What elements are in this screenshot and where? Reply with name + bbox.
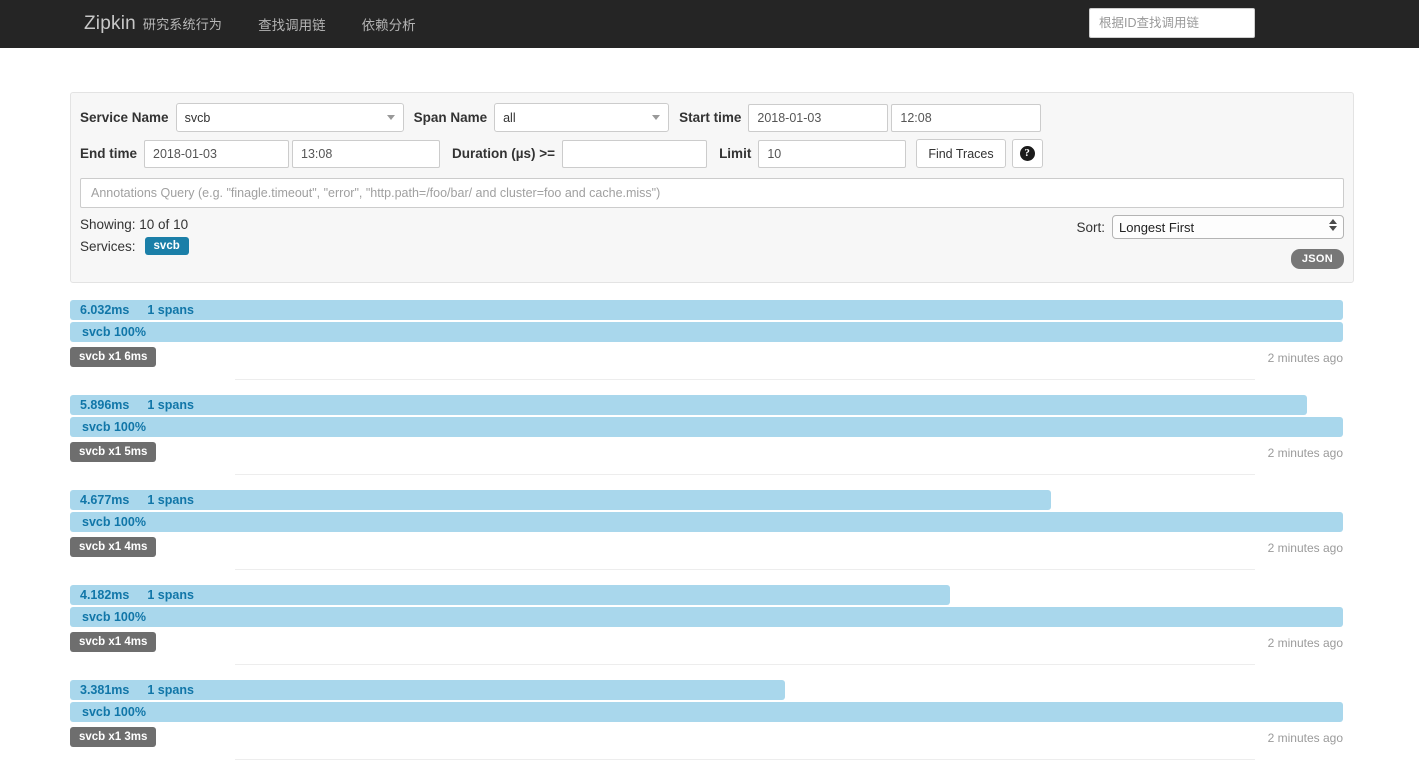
end-time-label: End time (80, 146, 138, 161)
trace-row[interactable]: 4.677ms 1 spans svcb 100% svcb x1 4ms 2 minu… (70, 490, 1349, 585)
brand-logo[interactable]: Zipkin 研究系统行为 (84, 13, 222, 35)
service-name-value: svcb (184, 110, 211, 125)
trace-service-chip[interactable]: svcb x1 4ms (70, 632, 157, 652)
nav-link-dependencies[interactable]: 依赖分析 (362, 14, 416, 34)
json-download-button[interactable]: JSON (1290, 249, 1344, 269)
brand-subtitle: 研究系统行为 (142, 17, 223, 32)
trace-timestamp: 2 minutes ago (1267, 541, 1343, 555)
filter-row-primary: Service Name svcb Span Name all Start ti… (80, 103, 1344, 132)
trace-duration-bar[interactable]: 3.381ms 1 spans (70, 680, 785, 700)
trace-service-chip[interactable]: svcb x1 4ms (70, 537, 157, 557)
filter-row-secondary: End time Duration (µs) >= Limit Find Tra… (80, 139, 1344, 168)
service-name-label: Service Name (80, 110, 169, 125)
trace-row[interactable]: 5.896ms 1 spans svcb 100% svcb x1 5ms 2 minu… (70, 395, 1349, 490)
sort-label: Sort: (1076, 219, 1105, 235)
duration-input[interactable] (562, 139, 708, 168)
end-clock-input[interactable] (292, 139, 441, 168)
trace-span-count: 1 spans (147, 303, 194, 317)
limit-label: Limit (719, 146, 752, 161)
trace-footer: svcb x1 6ms 2 minutes ago (70, 347, 1349, 367)
brand-name: Zipkin (84, 13, 136, 34)
trace-row[interactable]: 3.381ms 1 spans svcb 100% svcb x1 3ms 2 minu… (70, 680, 1349, 775)
trace-duration-bar[interactable]: 6.032ms 1 spans (70, 300, 1343, 320)
services-label: Services: (80, 238, 136, 254)
search-filter-panel: Service Name svcb Span Name all Start ti… (70, 92, 1354, 283)
trace-divider (235, 379, 1255, 380)
trace-timestamp: 2 minutes ago (1267, 731, 1343, 745)
sort-control: Sort: Longest First (1076, 215, 1344, 239)
service-filter-badge[interactable]: svcb (144, 237, 189, 255)
trace-service-percent-bar[interactable]: svcb 100% (70, 322, 1343, 342)
trace-divider (235, 759, 1255, 760)
trace-span-count: 1 spans (147, 398, 194, 412)
trace-service-percent: svcb 100% (82, 325, 146, 339)
trace-footer: svcb x1 3ms 2 minutes ago (70, 727, 1349, 747)
trace-service-percent-bar[interactable]: svcb 100% (70, 607, 1343, 627)
trace-service-percent: svcb 100% (82, 420, 146, 434)
trace-service-chip[interactable]: svcb x1 6ms (70, 347, 157, 367)
trace-duration-bar[interactable]: 5.896ms 1 spans (70, 395, 1307, 415)
trace-service-chip[interactable]: svcb x1 3ms (70, 727, 157, 747)
trace-span-count: 1 spans (147, 588, 194, 602)
trace-duration-bar[interactable]: 4.182ms 1 spans (70, 585, 950, 605)
trace-id-search-input[interactable] (1089, 8, 1255, 38)
trace-row[interactable]: 4.182ms 1 spans svcb 100% svcb x1 4ms 2 minu… (70, 585, 1349, 680)
start-time-label: Start time (679, 110, 742, 125)
sort-stepper-icon (1329, 219, 1337, 231)
trace-footer: svcb x1 4ms 2 minutes ago (70, 632, 1349, 652)
trace-duration: 3.381ms (80, 683, 130, 697)
trace-timestamp: 2 minutes ago (1267, 446, 1343, 460)
duration-label: Duration (µs) >= (452, 146, 556, 161)
service-name-select[interactable]: svcb (175, 103, 404, 132)
chevron-down-icon (652, 115, 661, 120)
trace-service-percent: svcb 100% (82, 705, 146, 719)
trace-duration: 5.896ms (80, 398, 130, 412)
trace-results-list: 6.032ms 1 spans svcb 100% svcb x1 6ms 2 minu… (70, 300, 1349, 775)
trace-service-percent-bar[interactable]: svcb 100% (70, 702, 1343, 722)
trace-footer: svcb x1 4ms 2 minutes ago (70, 537, 1349, 557)
trace-timestamp: 2 minutes ago (1267, 351, 1343, 365)
trace-service-percent: svcb 100% (82, 515, 146, 529)
span-name-select[interactable]: all (494, 103, 670, 132)
trace-service-chip[interactable]: svcb x1 5ms (70, 442, 157, 462)
end-date-input[interactable] (144, 139, 290, 168)
trace-divider (235, 474, 1255, 475)
results-meta: Showing: 10 of 10 Services: svcb Sort: L… (80, 215, 1344, 273)
start-clock-input[interactable] (891, 103, 1042, 132)
trace-duration-bar[interactable]: 4.677ms 1 spans (70, 490, 1051, 510)
span-name-value: all (503, 110, 516, 125)
trace-service-percent-bar[interactable]: svcb 100% (70, 512, 1343, 532)
limit-input[interactable] (758, 139, 907, 168)
annotations-query-input[interactable] (80, 178, 1344, 208)
trace-duration: 6.032ms (80, 303, 130, 317)
trace-service-percent: svcb 100% (82, 610, 146, 624)
trace-divider (235, 569, 1255, 570)
span-name-label: Span Name (413, 110, 488, 125)
top-navbar: Zipkin 研究系统行为 查找调用链 依赖分析 (0, 0, 1419, 48)
services-line: Services: svcb (80, 237, 1344, 255)
trace-duration: 4.677ms (80, 493, 130, 507)
trace-span-count: 1 spans (147, 493, 194, 507)
chevron-down-icon (386, 115, 395, 120)
trace-timestamp: 2 minutes ago (1267, 636, 1343, 650)
trace-span-count: 1 spans (147, 683, 194, 697)
trace-row[interactable]: 6.032ms 1 spans svcb 100% svcb x1 6ms 2 minu… (70, 300, 1349, 395)
sort-value: Longest First (1119, 219, 1195, 235)
trace-footer: svcb x1 5ms 2 minutes ago (70, 442, 1349, 462)
start-date-input[interactable] (748, 103, 889, 132)
trace-divider (235, 664, 1255, 665)
find-traces-button[interactable]: Find Traces (916, 139, 1006, 168)
nav-link-find-traces[interactable]: 查找调用链 (258, 14, 326, 34)
help-button[interactable]: ? (1011, 139, 1043, 168)
sort-select[interactable]: Longest First (1112, 215, 1344, 239)
question-mark-icon: ? (1019, 146, 1035, 161)
trace-service-percent-bar[interactable]: svcb 100% (70, 417, 1343, 437)
trace-duration: 4.182ms (80, 588, 130, 602)
